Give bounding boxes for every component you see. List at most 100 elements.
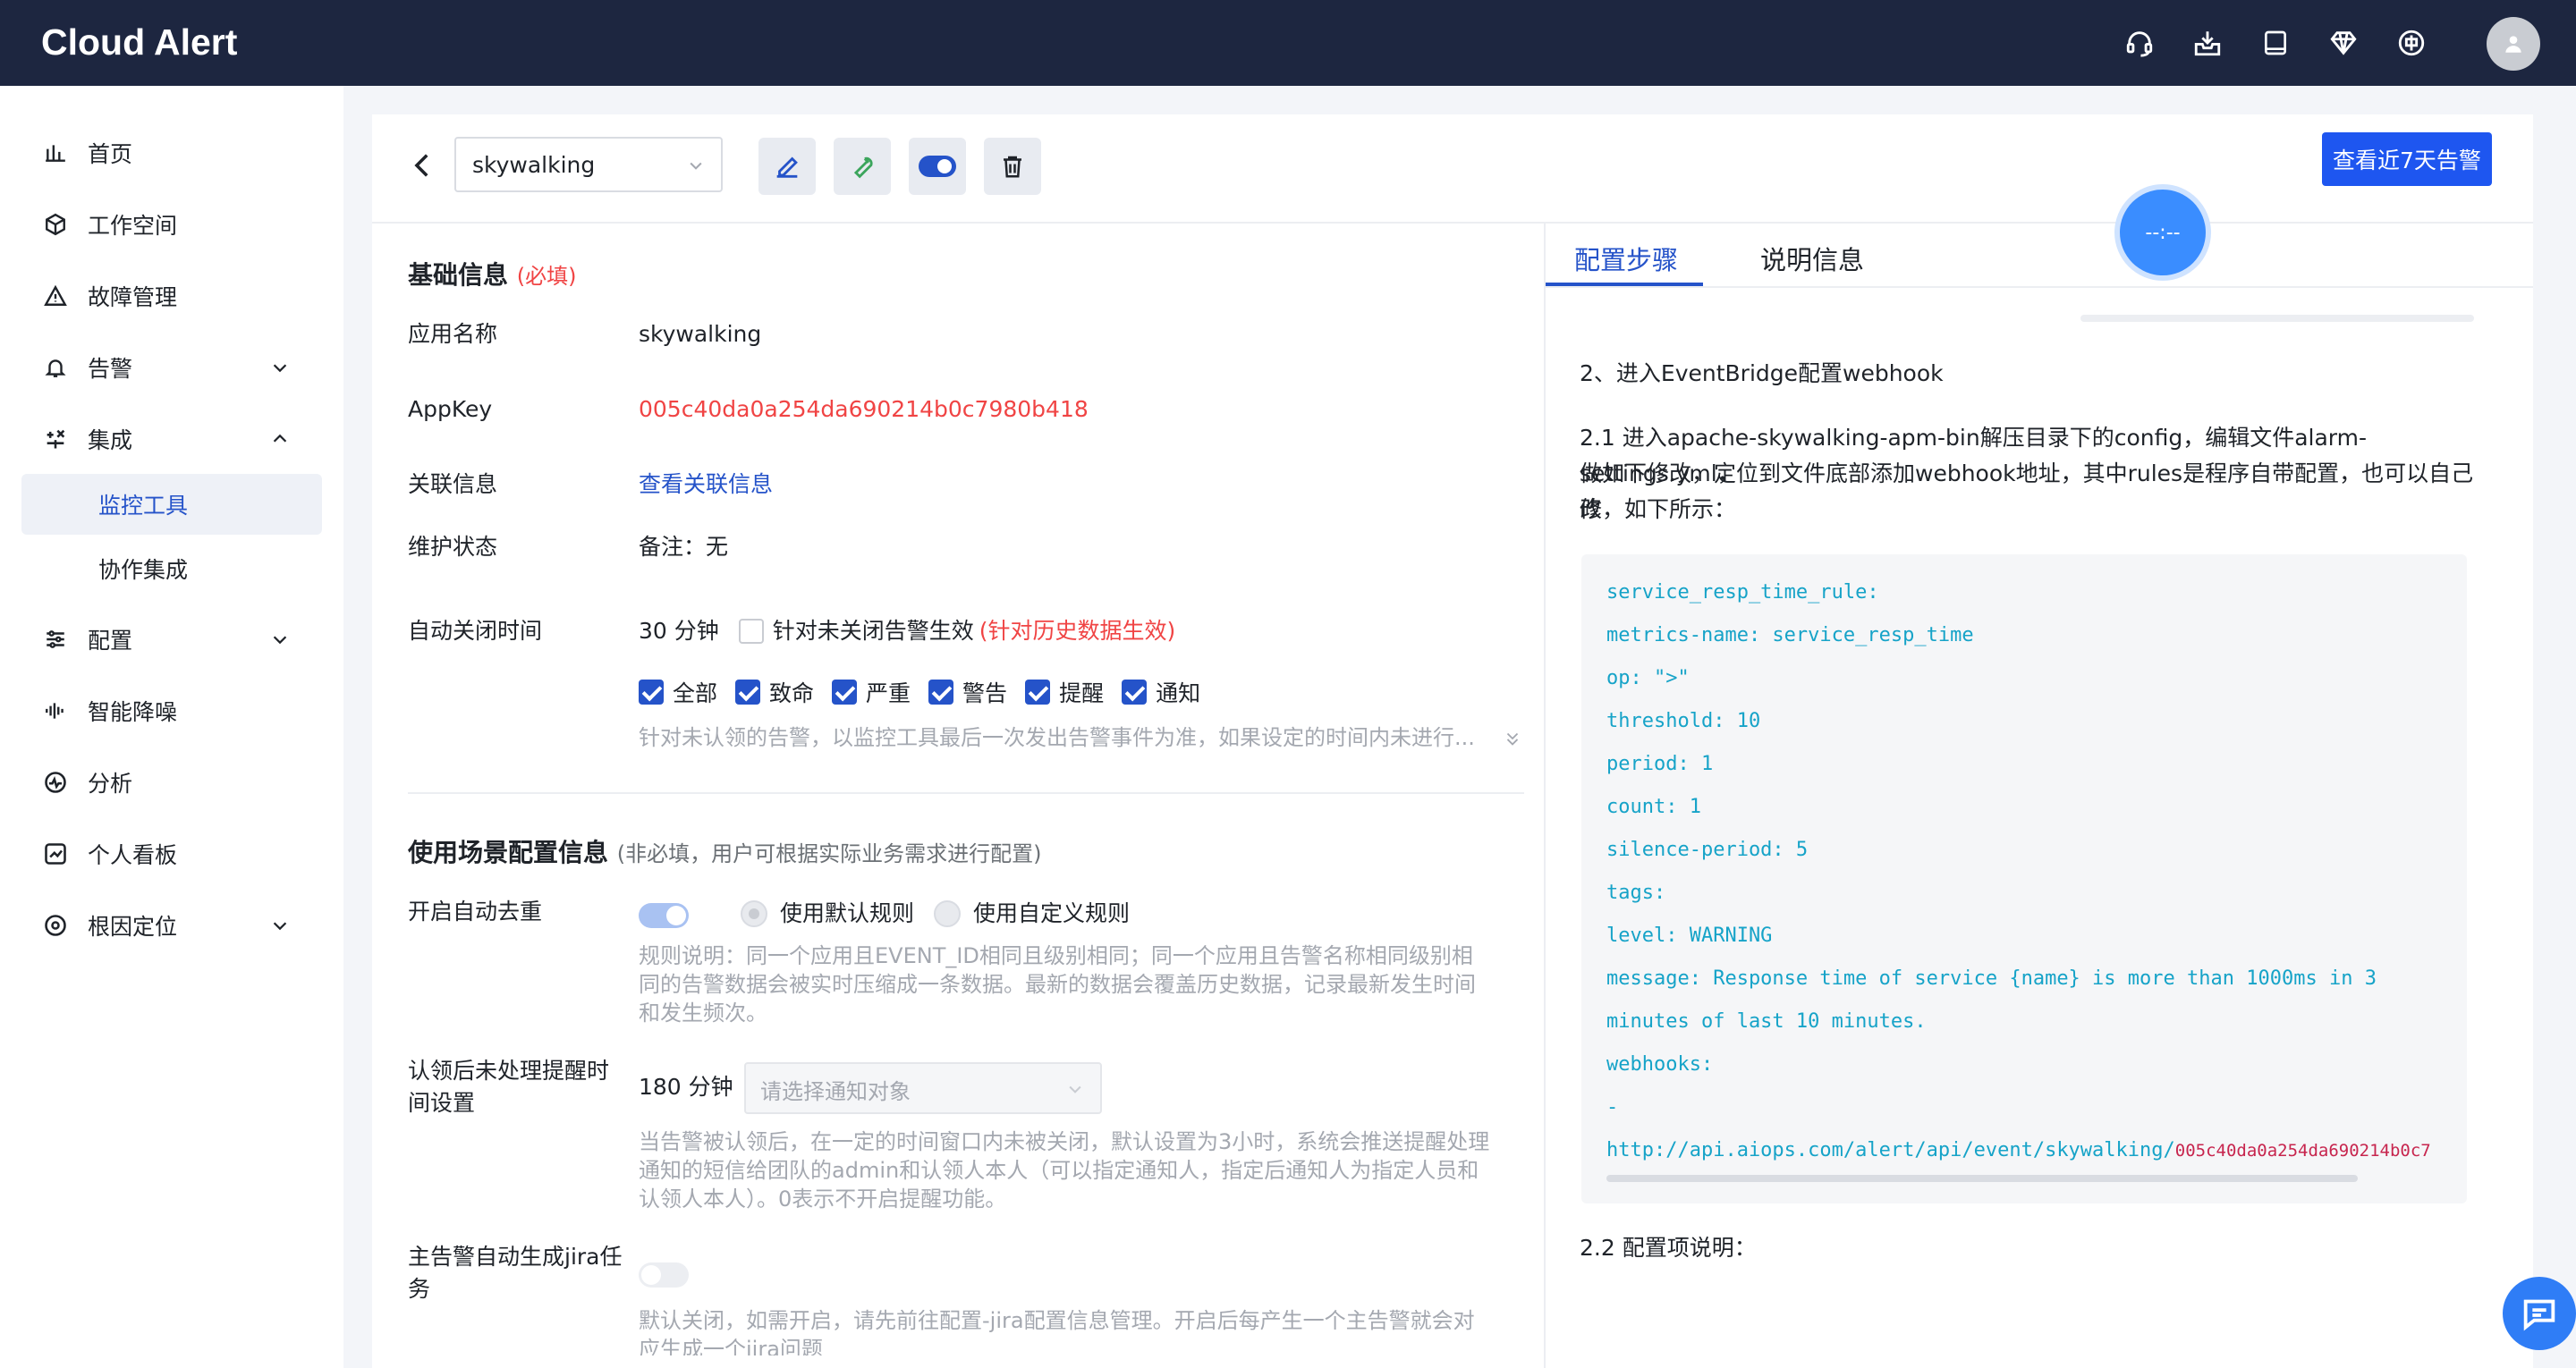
webhook-url: http://api.aiops.com/alert/api/event/sky…: [1606, 1139, 2175, 1161]
code-scrollbar[interactable]: [1606, 1175, 2358, 1182]
sidebar-item-noise-reduction[interactable]: 智能降噪: [21, 681, 322, 740]
assoc-link[interactable]: 查看关联信息: [639, 469, 773, 501]
remind-help-line: 通知的短信给团队的admin和认领人本人（可以指定通知人，指定后通知人为指定人员…: [639, 1158, 1479, 1183]
headset-icon[interactable]: [2122, 25, 2157, 61]
level-checkbox-fatal[interactable]: 致命: [735, 676, 814, 708]
code-line: tags:: [1606, 882, 1666, 904]
assoc-label: 关联信息: [408, 471, 498, 497]
view-7-day-alerts-button[interactable]: 查看近7天告警: [2322, 132, 2492, 186]
sidebar-subitem-collab[interactable]: 协作集成: [21, 538, 322, 599]
dedup-switch[interactable]: [639, 903, 689, 928]
expand-icon[interactable]: [1503, 728, 1522, 753]
appkey-value: 005c40da0a254da690214b0c7980b418: [639, 396, 1089, 422]
floating-timer-widget[interactable]: --:--: [2120, 190, 2206, 275]
maint-label: 维护状态: [408, 534, 498, 560]
back-icon[interactable]: [408, 150, 438, 184]
level-checkboxes: 全部 致命 严重 警告 提醒 通知: [639, 676, 1200, 708]
code-line: service_resp_time_rule:: [1606, 581, 1879, 604]
jira-help-line: 应生成一个jira问题: [639, 1337, 823, 1355]
chevron-down-icon: [273, 922, 287, 931]
edit-icon: [776, 156, 798, 178]
tool-select[interactable]: skywalking: [454, 137, 723, 192]
jira-help-line: 默认关闭，如需开启，请先前往配置-jira配置信息管理。开启后每产生一个主告警就…: [639, 1308, 1475, 1333]
notify-target-select[interactable]: 请选择通知对象: [744, 1062, 1102, 1114]
step-2-2: 2.2 配置项说明：: [1580, 1235, 1757, 1261]
step-2-1-line: 改，如下所示：: [1580, 496, 1737, 522]
sidebar-item-config[interactable]: 配置: [21, 610, 322, 669]
code-line: webhooks:: [1606, 1053, 1714, 1076]
section-title-text: 基础信息: [408, 260, 509, 290]
autoclose-check-label: 针对未关闭告警生效: [772, 618, 974, 644]
level-checkbox-all[interactable]: 全部: [639, 676, 717, 708]
book-icon[interactable]: [2258, 25, 2293, 61]
language-zh-icon[interactable]: [2394, 25, 2429, 61]
level-checkbox-reminder[interactable]: 提醒: [1025, 676, 1104, 708]
section-subtitle: (非必填，用户可根据实际业务需求进行配置): [616, 841, 1042, 866]
edit-button[interactable]: [758, 138, 816, 195]
chevron-down-icon: [690, 162, 702, 170]
dedup-radio-group: 使用默认规则 使用自定义规则: [741, 898, 1130, 930]
chevron-down-icon: [273, 364, 287, 373]
sidebar-item-alerts[interactable]: 告警: [21, 338, 322, 397]
dedup-help-line: 同的告警数据会被实时压缩成一条数据。最新的数据会覆盖历史数据，记录最新发生时间: [639, 972, 1476, 997]
autoclose-value: 30 分钟: [639, 618, 719, 644]
level-checkbox-notice[interactable]: 通知: [1122, 676, 1200, 708]
webhook-key: 005c40da0a254da690214b0c7: [2174, 1141, 2431, 1161]
level-checkbox-critical[interactable]: 严重: [832, 676, 911, 708]
level-checkbox-warning[interactable]: 警告: [928, 676, 1007, 708]
maint-value: 备注：无: [639, 534, 729, 560]
dedup-help-line: 规则说明：同一个应用且EVENT_ID相同且级别相同；同一个应用且告警名称相同级…: [639, 943, 1473, 968]
avatar[interactable]: [2487, 17, 2540, 71]
tab-active-underline: [1546, 283, 1703, 286]
toggle-icon: [919, 156, 956, 177]
page-scrollbar[interactable]: [2546, 86, 2576, 1368]
sidebar-subitem-monitoring-tools[interactable]: 监控工具: [21, 474, 322, 535]
appkey-label: AppKey: [408, 396, 493, 422]
sidebar-item-dashboard[interactable]: 个人看板: [21, 824, 322, 883]
sidebar-item-workspace[interactable]: 工作空间: [21, 195, 322, 254]
diamond-icon[interactable]: [2326, 25, 2361, 61]
tab-config-steps[interactable]: 配置步骤: [1574, 240, 1678, 277]
tool-select-value: skywalking: [472, 151, 596, 178]
section-title-text: 使用场景配置信息: [408, 838, 609, 867]
jira-switch[interactable]: [639, 1262, 689, 1288]
code-line: metrics-name: service_resp_time: [1606, 624, 1974, 646]
wrench-button[interactable]: [834, 138, 891, 195]
section-divider: [408, 792, 1524, 794]
required-tag: (必填): [516, 264, 577, 289]
sidebar-item-root-cause[interactable]: 根因定位: [21, 896, 322, 955]
autoclose-row: 30 分钟 针对未关闭告警生效 (针对历史数据生效): [639, 615, 1175, 647]
autoclose-checkbox[interactable]: [738, 619, 764, 644]
app-name-value: skywalking: [639, 321, 762, 347]
delete-button[interactable]: [984, 138, 1041, 195]
code-line: period: 1: [1606, 753, 1714, 775]
sidebar-item-analysis[interactable]: 分析: [21, 753, 322, 812]
radio-default-rule[interactable]: [741, 900, 767, 927]
sidebar-item-incidents[interactable]: 故障管理: [21, 266, 322, 325]
toggle-button[interactable]: [909, 138, 966, 195]
horizontal-scrollbar[interactable]: [2080, 315, 2474, 322]
sidebar-item-label: 故障管理: [88, 284, 178, 310]
jira-label: 务: [408, 1276, 431, 1302]
code-line: message: Response time of service {name}…: [1606, 967, 2377, 990]
floating-timer-text: --:--: [2145, 221, 2181, 244]
sidebar-subitem-label: 协作集成: [98, 557, 189, 583]
cube-icon: [39, 208, 72, 241]
chat-support-button[interactable]: [2503, 1277, 2576, 1350]
radio-custom-rule[interactable]: [934, 900, 962, 927]
line-chart-icon: [39, 838, 72, 870]
code-block: service_resp_time_rule: metrics-name: se…: [1581, 554, 2467, 1203]
code-line: silence-period: 5: [1606, 839, 1809, 861]
wrench-icon: [853, 156, 873, 179]
code-line: op: ">": [1606, 667, 1690, 689]
inbox-download-icon[interactable]: [2190, 25, 2225, 61]
pulse-circle-icon: [39, 766, 72, 798]
sidebar-item-label: 集成: [88, 427, 133, 453]
tab-description[interactable]: 说明信息: [1760, 240, 1864, 277]
app-title: Cloud Alert: [41, 21, 238, 63]
integration-icon: [39, 423, 72, 455]
code-line: threshold: 10: [1606, 710, 1761, 732]
sidebar-item-integration[interactable]: 集成: [21, 410, 322, 469]
chevron-down-icon: [1069, 1085, 1081, 1094]
sidebar-item-home[interactable]: 首页: [21, 123, 322, 182]
